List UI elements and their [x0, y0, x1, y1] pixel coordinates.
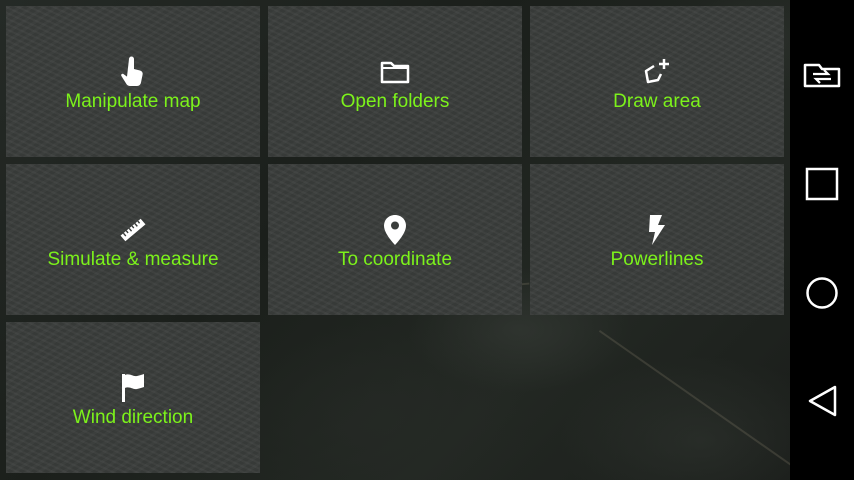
wind-direction-button[interactable]: Wind direction: [6, 322, 260, 473]
to-coordinate-button[interactable]: To coordinate: [268, 164, 522, 315]
map-road: [598, 330, 797, 470]
open-folders-button[interactable]: Open folders: [268, 6, 522, 157]
powerlines-label: Powerlines: [610, 248, 704, 270]
flag-icon: [118, 373, 148, 403]
simulate-measure-button[interactable]: Simulate & measure: [6, 164, 260, 315]
navigation-bar: [790, 0, 854, 480]
home-button[interactable]: [790, 265, 854, 325]
open-folders-label: Open folders: [340, 90, 450, 112]
ruler-icon: [118, 215, 148, 245]
powerlines-button[interactable]: Powerlines: [530, 164, 784, 315]
simulate-measure-label: Simulate & measure: [47, 248, 219, 270]
switch-app-icon: [802, 59, 842, 94]
draw-area-label: Draw area: [613, 90, 701, 112]
recents-icon: [805, 167, 839, 206]
switch-app-button[interactable]: [790, 46, 854, 106]
wind-direction-label: Wind direction: [72, 406, 194, 428]
back-icon: [806, 384, 838, 423]
location-pin-icon: [380, 214, 410, 245]
folder-icon: [380, 57, 410, 87]
home-icon: [805, 276, 839, 315]
back-button[interactable]: [790, 373, 854, 433]
manipulate-map-label: Manipulate map: [65, 90, 201, 112]
manipulate-map-button[interactable]: Manipulate map: [6, 6, 260, 157]
recents-button[interactable]: [790, 156, 854, 216]
touch-hand-icon: [118, 56, 148, 87]
draw-polygon-icon: [642, 57, 672, 87]
to-coordinate-label: To coordinate: [337, 248, 453, 270]
lightning-icon: [642, 214, 672, 245]
draw-area-button[interactable]: Draw area: [530, 6, 784, 157]
